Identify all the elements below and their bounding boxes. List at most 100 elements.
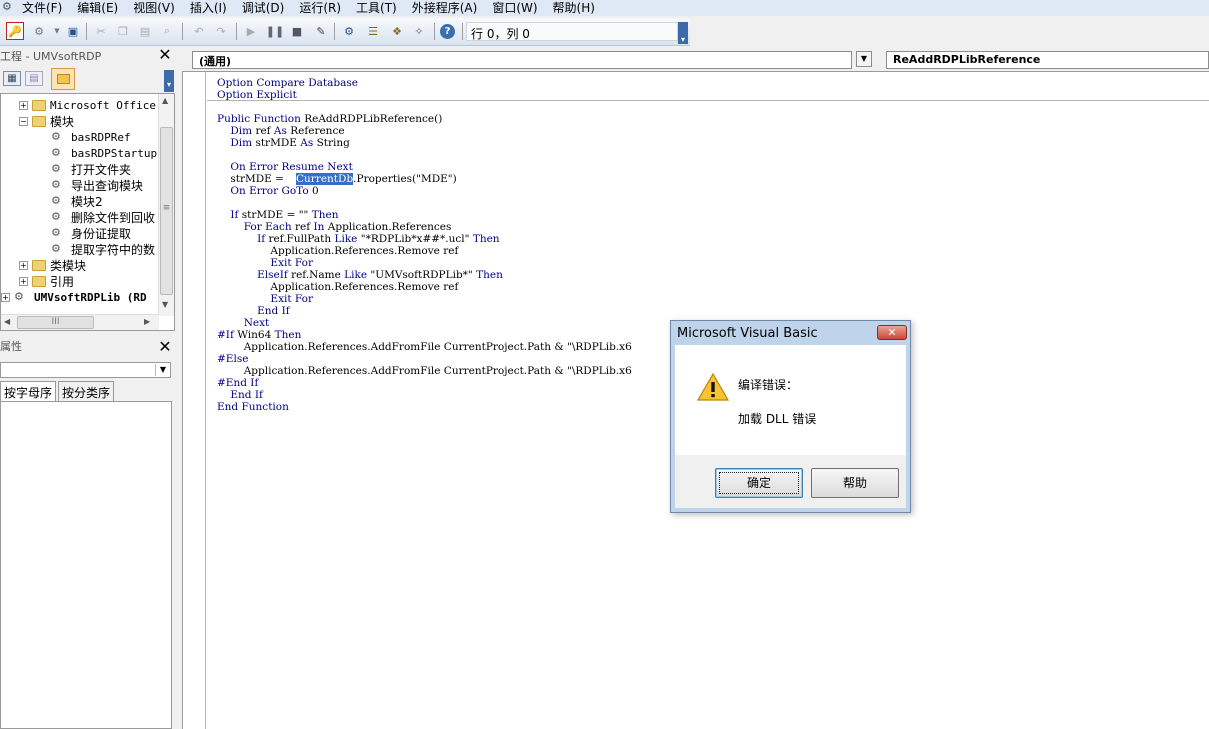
project-explorer-icon[interactable]: ⚙ (340, 22, 358, 40)
code-line[interactable]: On Error Resume Next (217, 161, 352, 173)
vba-app-icon[interactable]: ⚙ (0, 0, 22, 16)
tree-item[interactable]: ⚙ 身份证提取 (51, 225, 131, 241)
code-line[interactable]: Application.References.Remove ref (217, 245, 458, 257)
access-icon[interactable]: 🔑 (6, 22, 24, 40)
chevron-down-icon[interactable]: ▼ (856, 51, 872, 67)
tree-vertical-scrollbar[interactable]: ▲ ≡ ▼ (158, 94, 174, 316)
find-icon[interactable]: ⌕ (158, 22, 176, 40)
ok-button[interactable]: 确定 (715, 468, 803, 498)
menu-addins[interactable]: 外接程序(A) (412, 1, 478, 15)
tree-item[interactable]: ⚙ 导出查询模块 (51, 177, 143, 193)
copy-icon[interactable]: ❐ (114, 22, 132, 40)
tree-item[interactable]: − 模块 (19, 113, 74, 129)
tree-item[interactable]: ⚙ 删除文件到回收 (51, 209, 155, 225)
object-select[interactable]: (通用) (192, 51, 852, 69)
dialog-close-button[interactable]: ✕ (877, 325, 907, 340)
tree-item[interactable]: ⚙ 提取字符中的数 (51, 241, 155, 257)
expand-icon[interactable]: + (19, 260, 28, 270)
menu-file[interactable]: 文件(F) (22, 1, 62, 15)
tree-item[interactable]: + 类模块 (19, 257, 86, 273)
code-line[interactable]: For Each ref In Application.References (217, 221, 452, 233)
menu-run[interactable]: 运行(R) (299, 1, 341, 15)
code-line[interactable]: End If (217, 389, 263, 401)
tree-item[interactable]: ⚙ 打开文件夹 (51, 161, 131, 177)
code-line[interactable]: Dim ref As Reference (217, 125, 344, 137)
code-line[interactable]: Dim strMDE As String (217, 137, 350, 149)
tree-item[interactable]: + 引用 (19, 273, 74, 289)
tree-item[interactable]: + ⚙ UMVsoftRDPLib (RD (1, 289, 147, 305)
save-icon[interactable]: ▣ (64, 22, 82, 40)
tree-vertical-scroll-thumb[interactable]: ≡ (160, 127, 173, 295)
redo-icon[interactable]: ↷ (212, 22, 230, 40)
expand-icon[interactable]: + (1, 292, 10, 302)
cut-icon[interactable]: ✂ (92, 22, 110, 40)
code-line[interactable]: #Else (217, 353, 248, 365)
expand-icon[interactable]: + (19, 100, 28, 110)
menu-help[interactable]: 帮助(H) (553, 1, 595, 15)
code-margin-indicator-bar[interactable] (183, 72, 206, 729)
insert-module-icon[interactable]: ⚙ (30, 22, 48, 40)
menu-edit[interactable]: 编辑(E) (77, 1, 118, 15)
scroll-left-icon[interactable]: ◀ (4, 317, 10, 326)
object-browser-icon[interactable]: ❖ (388, 22, 406, 40)
menu-window[interactable]: 窗口(W) (492, 1, 537, 15)
tree-item[interactable]: ⚙ basRDPStartup (51, 145, 157, 161)
tab-categorized[interactable]: 按分类序 (58, 381, 115, 401)
code-line[interactable]: End Function (217, 401, 289, 413)
design-mode-icon[interactable]: ✎ (312, 22, 330, 40)
undo-icon[interactable]: ↶ (190, 22, 208, 40)
code-line[interactable]: On Error GoTo 0 (217, 185, 318, 197)
code-line[interactable]: Option Explicit (217, 89, 297, 101)
break-icon[interactable]: ❚❚ (266, 22, 284, 40)
project-panel-close-icon[interactable]: ✕ (158, 47, 172, 63)
expand-icon[interactable]: + (19, 276, 28, 286)
toolbox-icon[interactable]: ✧ (410, 22, 428, 40)
code-line[interactable]: Option Compare Database (217, 77, 358, 89)
procedure-select[interactable]: ReAddRDPLibReference (886, 51, 1209, 69)
code-line[interactable]: Exit For (217, 257, 313, 269)
code-line[interactable]: strMDE = (217, 173, 287, 185)
help-button[interactable]: 帮助 (811, 468, 899, 498)
view-object-icon[interactable]: ▤ (25, 71, 43, 86)
code-line[interactable]: #If Win64 Then (217, 329, 301, 341)
scroll-up-icon[interactable]: ▲ (162, 96, 168, 105)
toolbar-options-chevron-icon[interactable]: ▾ (678, 22, 688, 44)
properties-panel-close-icon[interactable]: ✕ (158, 339, 172, 355)
toggle-folders-icon[interactable] (51, 68, 75, 90)
code-line[interactable]: Application.References.AddFromFile Curre… (217, 341, 632, 353)
menu-insert[interactable]: 插入(I) (190, 1, 227, 15)
collapse-icon[interactable]: − (19, 116, 28, 126)
menu-debug[interactable]: 调试(D) (242, 1, 285, 15)
scroll-right-icon[interactable]: ▶ (144, 317, 150, 326)
tree-item[interactable]: + Microsoft Office (19, 97, 156, 113)
tab-alphabetic[interactable]: 按字母序 (0, 381, 57, 401)
properties-icon[interactable]: ☰ (364, 22, 382, 40)
selected-text[interactable]: CurrentDb (296, 173, 354, 185)
code-line[interactable]: If ref.FullPath Like "*RDPLib*x##*.ucl" … (217, 233, 500, 245)
paste-icon[interactable]: ▤ (136, 22, 154, 40)
tree-horizontal-scroll-thumb[interactable]: III (17, 316, 94, 329)
chevron-down-icon[interactable]: ▼ (155, 364, 170, 376)
code-line[interactable]: Public Function ReAddRDPLibReference() (217, 113, 442, 125)
menu-view[interactable]: 视图(V) (133, 1, 175, 15)
code-line[interactable]: ElseIf ref.Name Like "UMVsoftRDPLib*" Th… (217, 269, 503, 281)
tree-item[interactable]: ⚙ basRDPRef (51, 129, 131, 145)
code-line[interactable]: End If (217, 305, 290, 317)
reset-icon[interactable]: ■ (288, 22, 306, 40)
code-line[interactable]: Application.References.AddFromFile Curre… (217, 365, 632, 377)
code-line[interactable]: Exit For (217, 293, 313, 305)
scroll-down-icon[interactable]: ▼ (162, 300, 168, 309)
properties-object-select[interactable]: ▼ (0, 362, 171, 378)
properties-grid[interactable] (0, 401, 172, 729)
code-line[interactable]: #End If (217, 377, 258, 389)
tree-item[interactable]: ⚙ 模块2 (51, 193, 103, 209)
view-code-icon[interactable]: ▦ (3, 71, 21, 86)
code-line[interactable]: Next (217, 317, 270, 329)
menu-tools[interactable]: 工具(T) (356, 1, 397, 15)
panel-options-chevron-icon[interactable]: ▾ (164, 70, 174, 92)
code-line[interactable]: If strMDE = "" Then (217, 209, 338, 221)
tree-horizontal-scrollbar[interactable]: ◀ III ▶ (1, 314, 159, 330)
code-line[interactable]: Application.References.Remove ref (217, 281, 458, 293)
help-icon[interactable]: ? (440, 24, 455, 39)
run-icon[interactable]: ▶ (242, 22, 260, 40)
